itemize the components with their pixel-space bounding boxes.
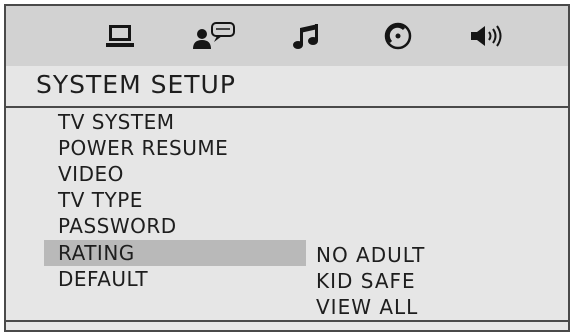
option-view-all[interactable]: VIEW ALL — [316, 294, 418, 320]
menu-item-power-resume[interactable]: POWER RESUME — [44, 135, 306, 161]
tab-audio[interactable] — [278, 18, 334, 54]
speaker-icon — [471, 25, 502, 47]
tab-language[interactable] — [186, 18, 242, 54]
music-note-icon — [293, 24, 318, 49]
menu-item-rating[interactable]: RATING — [44, 240, 306, 266]
menu-item-video[interactable]: VIDEO — [44, 161, 306, 187]
menu-item-password[interactable]: PASSWORD — [44, 213, 306, 239]
menu-item-tv-system[interactable]: TV SYSTEM — [44, 109, 306, 135]
person-speech-icon — [193, 22, 235, 49]
tab-video[interactable] — [370, 18, 426, 54]
bottom-divider — [6, 320, 568, 322]
title-bar: SYSTEM SETUP — [6, 66, 568, 108]
option-no-adult[interactable]: NO ADULT — [316, 242, 425, 268]
icon-tab-bar — [6, 6, 568, 68]
tab-speaker[interactable] — [460, 18, 516, 54]
tab-system[interactable] — [92, 18, 148, 54]
disc-icon — [384, 22, 412, 50]
option-kid-safe[interactable]: KID SAFE — [316, 268, 416, 294]
menu-item-tv-type[interactable]: TV TYPE — [44, 187, 306, 213]
setup-window: SYSTEM SETUP TV SYSTEM POWER RESUME VIDE… — [4, 4, 570, 332]
menu-item-default[interactable]: DEFAULT — [44, 266, 306, 292]
monitor-icon — [106, 25, 134, 47]
page-title: SYSTEM SETUP — [36, 70, 236, 99]
